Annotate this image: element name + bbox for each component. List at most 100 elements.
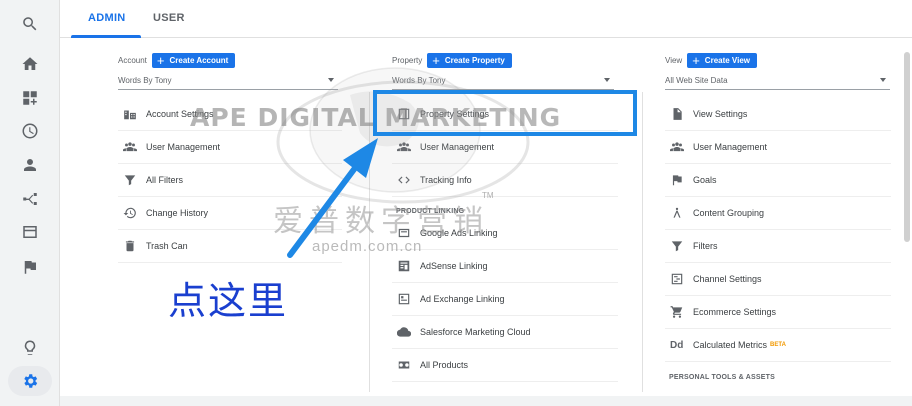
people-icon <box>392 140 420 154</box>
cloud-icon <box>392 325 420 339</box>
account-settings-item[interactable]: Account Settings <box>118 98 342 131</box>
all-filters-label: All Filters <box>146 175 184 185</box>
dd-icon: Dd <box>670 339 684 351</box>
content-grouping-label: Content Grouping <box>693 208 765 218</box>
view-settings-item[interactable]: View Settings <box>665 98 891 131</box>
account-selected-value: Words By Tony <box>118 76 172 85</box>
google-ads-linking-item[interactable]: Google Ads Linking <box>392 217 618 250</box>
property-settings-highlight <box>373 90 637 136</box>
calculated-metrics-item[interactable]: Dd Calculated Metrics BETA <box>665 329 891 362</box>
share-icon[interactable] <box>18 187 42 211</box>
beta-badge: BETA <box>770 342 786 348</box>
google-ads-linking-label: Google Ads Linking <box>420 228 498 238</box>
plus-icon: + <box>156 52 165 68</box>
all-products-label: All Products <box>420 360 469 370</box>
tab-admin[interactable]: ADMIN <box>88 12 126 24</box>
account-user-management-item[interactable]: User Management <box>118 131 342 164</box>
channel-settings-item[interactable]: Channel Settings <box>665 263 891 296</box>
people-icon <box>665 140 693 154</box>
property-label: Property <box>392 55 423 65</box>
create-view-button[interactable]: + Create View <box>687 52 758 68</box>
property-selected-value: Words By Tony <box>392 76 446 85</box>
view-user-management-item[interactable]: User Management <box>665 131 891 164</box>
code-icon <box>392 173 420 187</box>
channel-icon <box>665 272 693 286</box>
tab-user[interactable]: USER <box>153 12 185 24</box>
view-user-management-label: User Management <box>693 142 768 152</box>
content-grouping-item[interactable]: Content Grouping <box>665 197 891 230</box>
caret-down-icon <box>880 78 886 82</box>
filter-icon <box>118 173 146 187</box>
ads-icon <box>392 226 420 240</box>
admin-user-tabs: ADMIN USER <box>60 0 912 38</box>
view-selector[interactable]: All Web Site Data <box>665 72 890 90</box>
building-icon <box>118 107 146 121</box>
all-products-item[interactable]: All Products <box>392 349 618 382</box>
view-selected-value: All Web Site Data <box>665 76 728 85</box>
gear-icon[interactable] <box>8 366 52 396</box>
property-selector[interactable]: Words By Tony <box>392 72 614 90</box>
left-nav-rail <box>0 0 60 406</box>
ecommerce-settings-label: Ecommerce Settings <box>693 307 777 317</box>
clock-icon[interactable] <box>18 119 42 143</box>
ad-exchange-linking-label: Ad Exchange Linking <box>420 294 505 304</box>
account-user-management-label: User Management <box>146 142 221 152</box>
display-icon[interactable] <box>18 220 42 244</box>
column-divider <box>642 92 643 392</box>
click-here-annotation: 点这里 <box>168 279 289 323</box>
view-filters-label: Filters <box>693 241 718 251</box>
lightbulb-icon[interactable] <box>18 336 42 360</box>
personal-tools-heading: PERSONAL TOOLS & ASSETS <box>669 374 775 381</box>
property-user-management-label: User Management <box>420 142 495 152</box>
history-icon <box>118 206 146 220</box>
grouping-icon <box>665 206 693 220</box>
flag-icon <box>665 173 693 187</box>
create-account-label: Create Account <box>169 55 229 65</box>
create-account-button[interactable]: + Create Account <box>151 52 236 68</box>
view-column: View + Create View All Web Site Data Vie… <box>665 52 891 406</box>
caret-down-icon <box>328 78 334 82</box>
change-history-item[interactable]: Change History <box>118 197 342 230</box>
goals-item[interactable]: Goals <box>665 164 891 197</box>
change-history-label: Change History <box>146 208 209 218</box>
flag-icon[interactable] <box>18 255 42 279</box>
trash-can-item[interactable]: Trash Can <box>118 230 342 263</box>
salesforce-item[interactable]: Salesforce Marketing Cloud <box>392 316 618 349</box>
calculated-metrics-label: Calculated Metrics <box>693 340 768 350</box>
cart-icon <box>665 305 693 319</box>
create-property-label: Create Property <box>444 55 505 65</box>
people-icon <box>118 140 146 154</box>
adsense-linking-item[interactable]: AdSense Linking <box>392 250 618 283</box>
plus-icon: + <box>432 52 440 68</box>
caret-down-icon <box>604 78 610 82</box>
create-view-label: Create View <box>704 55 751 65</box>
view-filters-item[interactable]: Filters <box>665 230 891 263</box>
account-selector[interactable]: Words By Tony <box>118 72 338 90</box>
bottom-strip <box>60 396 912 406</box>
account-settings-label: Account Settings <box>146 109 214 119</box>
adsense-linking-label: AdSense Linking <box>420 261 488 271</box>
create-property-button[interactable]: + Create Property <box>427 52 512 68</box>
channel-settings-label: Channel Settings <box>693 274 762 284</box>
column-divider <box>369 92 370 392</box>
adsense-icon <box>392 259 420 273</box>
account-label: Account <box>118 55 147 65</box>
account-column: Account + Create Account Words By Tony A… <box>118 52 342 406</box>
trash-icon <box>118 239 146 253</box>
ad-exchange-linking-item[interactable]: Ad Exchange Linking <box>392 283 618 316</box>
trash-can-label: Trash Can <box>146 241 188 251</box>
ecommerce-settings-item[interactable]: Ecommerce Settings <box>665 296 891 329</box>
home-icon[interactable] <box>18 52 42 76</box>
tracking-info-label: Tracking Info <box>420 175 472 185</box>
document-icon <box>665 107 693 121</box>
plus-icon: + <box>692 52 700 68</box>
view-settings-label: View Settings <box>693 109 748 119</box>
all-filters-item[interactable]: All Filters <box>118 164 342 197</box>
tracking-info-item[interactable]: Tracking Info <box>392 164 618 197</box>
search-icon[interactable] <box>18 12 42 36</box>
goals-label: Goals <box>693 175 717 185</box>
dashboard-icon[interactable] <box>18 86 42 110</box>
vertical-scrollbar[interactable] <box>904 52 910 242</box>
filter-icon <box>665 239 693 253</box>
person-icon[interactable] <box>18 153 42 177</box>
